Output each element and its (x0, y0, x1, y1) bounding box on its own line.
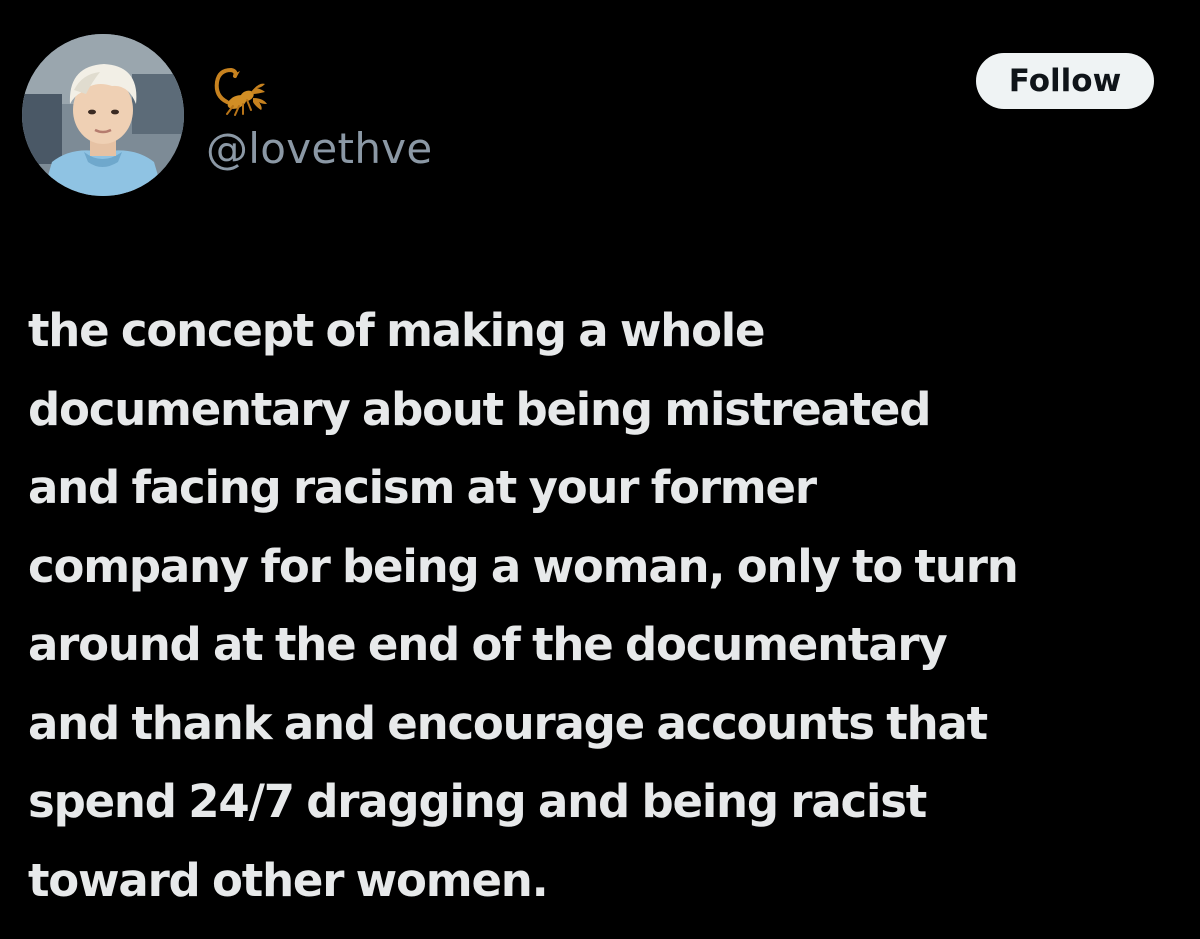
tweet-text-line: company for being a woman, only to turn (28, 539, 1019, 593)
profile-photo-icon (22, 34, 184, 196)
tweet-text-line: documentary about being mistreated (28, 382, 931, 436)
tweet-text: the concept of making a whole documentar… (28, 292, 1178, 920)
tweet-text-line: and facing racism at your former (28, 461, 817, 514)
tweet-text-line: toward other women. (28, 853, 549, 907)
tweet-text-line: the concept of making a whole (28, 304, 766, 357)
tweet-text-line: spend 24/7 dragging and being racist (28, 775, 927, 828)
author-handle[interactable]: @lovethve (206, 121, 433, 177)
tweet-text-line: around at the end of the documentary (28, 618, 948, 671)
avatar[interactable] (22, 34, 184, 196)
scorpion-emoji-icon (207, 62, 271, 116)
tweet-card: @lovethve Follow the concept of making a… (0, 0, 1200, 939)
tweet-text-line: and thank and encourage accounts that (28, 696, 988, 750)
follow-button[interactable]: Follow (976, 53, 1154, 109)
